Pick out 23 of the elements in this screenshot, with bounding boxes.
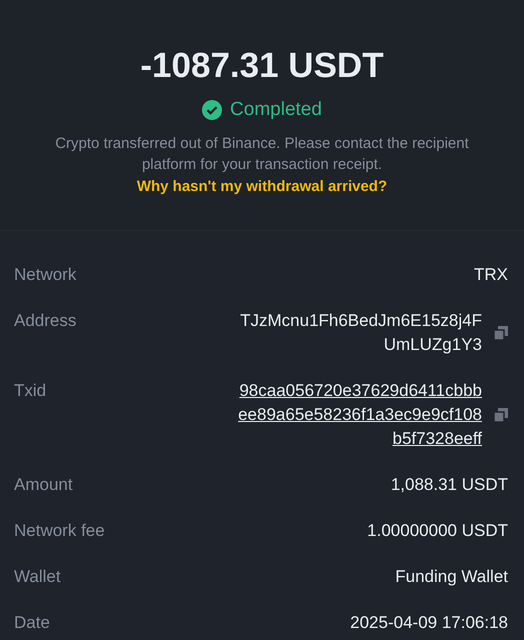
description-text: Crypto transferred out of Binance. Please contact the recipient platform for your transaction receipt. xyxy=(54,134,470,175)
detail-value: 1.00000000 USDT xyxy=(367,520,508,542)
detail-value: UmLUZg1Y3 xyxy=(384,334,482,356)
detail-value: Funding Wallet xyxy=(395,566,508,588)
detail-value: 1,088.31 USDT xyxy=(390,474,508,496)
copy-icon[interactable] xyxy=(494,326,508,340)
detail-label: Address xyxy=(14,310,76,332)
help-link[interactable]: Why hasn't my withdrawal arrived? xyxy=(136,175,388,199)
txid-link[interactable]: 98caa056720e37629d6411cbbb xyxy=(239,379,482,403)
detail-label: Date xyxy=(14,612,50,634)
detail-value: TRX xyxy=(474,264,508,286)
detail-label: Network fee xyxy=(14,520,105,542)
txid-link[interactable]: b5f7328eeff xyxy=(392,427,482,451)
transaction-amount: -1087.31 USDT xyxy=(140,45,384,87)
detail-label: Txid xyxy=(14,380,46,402)
detail-label: Amount xyxy=(14,474,73,496)
detail-value: TJzMcnu1Fh6BedJm6E15z8j4F xyxy=(240,310,482,332)
detail-label: Network xyxy=(14,264,76,286)
detail-value: 2025-04-09 17:06:18 xyxy=(350,612,508,634)
txid-link[interactable]: ee89a65e58236f1a3ec9e9cf108 xyxy=(238,403,482,427)
copy-icon[interactable] xyxy=(494,408,508,422)
status-label: Completed xyxy=(230,98,322,122)
detail-label: Wallet xyxy=(14,566,61,588)
